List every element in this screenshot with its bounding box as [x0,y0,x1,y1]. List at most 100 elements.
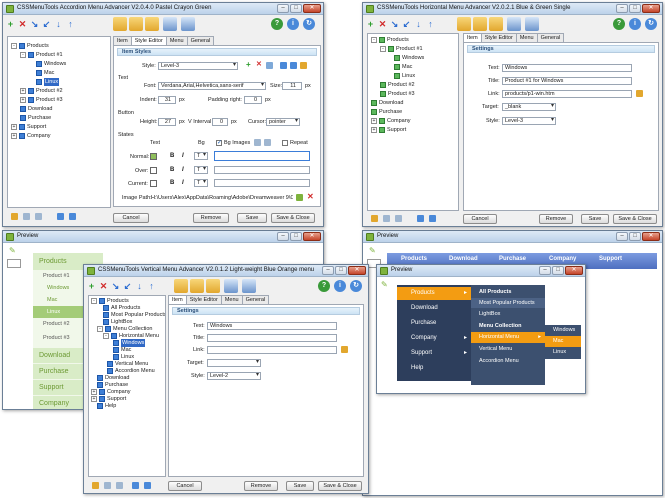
over-bold-icon[interactable]: B [170,167,174,173]
preview-select[interactable] [7,259,21,268]
tree-node[interactable]: + Company [11,132,51,140]
save-button[interactable]: Save [581,214,609,224]
tree-node[interactable]: Help [97,402,116,410]
outdent-icon[interactable]: ↙ [41,19,52,30]
vmenu-sub-accordion-menu[interactable]: Accordion Menu [471,356,545,367]
indent-input[interactable]: 31 [158,96,176,104]
hmenu-item-support[interactable]: Support [599,256,622,262]
preview-titlebar[interactable]: Preview – □ ✕ [377,265,585,277]
tree-node[interactable]: Download [371,99,403,107]
accordion-titlebar[interactable]: CSSMenuTools Accordion Menu Advancer V2.… [3,3,323,15]
maximize-button[interactable]: □ [629,232,641,241]
clear-path-icon[interactable]: ✕ [307,193,314,201]
tree-node[interactable]: + Product #3 [20,96,63,104]
cursor-select[interactable]: pointer [266,118,300,126]
vmenu-item-help[interactable]: Help [397,362,471,375]
link-input[interactable] [207,346,337,354]
paste-item-icon[interactable] [57,213,64,220]
export-icon[interactable] [489,17,503,31]
over-decoration-select[interactable]: T [194,166,208,174]
v-interval-input[interactable]: 0 [212,118,228,126]
export-style-icon[interactable] [300,62,307,69]
info-icon[interactable]: i [334,280,346,292]
settings-icon[interactable] [525,17,539,31]
close-button[interactable]: ✕ [565,266,583,275]
tree-node[interactable]: + Support [371,126,406,134]
collapse-all-icon[interactable] [11,213,18,220]
add-style-icon[interactable]: + [246,61,253,69]
close-button[interactable]: ✕ [642,4,660,13]
minimize-button[interactable]: – [616,4,628,13]
vmenu-sub-menu-collection[interactable]: Menu Collection [471,321,545,331]
section-header-item-styles[interactable]: Item Styles [117,48,317,56]
open-menu-icon[interactable] [190,279,204,293]
duplicate-item-icon[interactable] [144,482,151,489]
remove-button[interactable]: Remove [244,481,278,491]
save-style-icon[interactable] [280,62,287,69]
close-button[interactable]: ✕ [348,266,366,275]
tree-node[interactable]: - Product #1 [20,51,63,59]
expand-all-icon[interactable] [104,482,111,489]
tree-node[interactable]: Mac [394,63,412,71]
normal-text-color-swatch[interactable] [150,153,157,160]
add-icon[interactable]: + [365,19,376,30]
help-icon[interactable]: ? [271,18,283,30]
tree-node-selected[interactable]: Linux [36,78,60,86]
vmenu-sub-all-products[interactable]: All Products [471,287,545,297]
new-menu-icon[interactable] [457,17,471,31]
minimize-button[interactable]: – [277,232,289,241]
over-italic-icon[interactable]: I [182,167,184,173]
minimize-button[interactable]: – [277,4,289,13]
tab-general[interactable]: General [186,36,215,45]
current-decoration-select[interactable]: T [194,179,208,187]
maximize-button[interactable]: □ [552,266,564,275]
import-style-icon[interactable] [290,62,297,69]
help-icon[interactable]: ? [318,280,330,292]
move-up-icon[interactable]: ↑ [425,19,436,30]
horizontal-tree[interactable]: - Products - Product #1 Windows Mac Linux … [367,33,459,211]
vertical-tree[interactable]: - Products All Products Most Popular Prod… [88,295,166,477]
delete-icon[interactable]: ✕ [17,19,28,30]
maximize-button[interactable]: □ [335,266,347,275]
delete-style-icon[interactable]: ✕ [256,61,263,69]
export-icon[interactable] [206,279,220,293]
outdent-icon[interactable]: ↙ [122,281,133,292]
tree-node[interactable]: Product #2 [380,81,415,89]
vmenu-item-company[interactable]: Company ▸ [397,332,471,345]
tree-node[interactable]: - Products [371,36,409,44]
minimize-button[interactable]: – [322,266,334,275]
export-icon[interactable] [145,17,159,31]
update-icon[interactable]: ↻ [350,280,362,292]
over-text-color-swatch[interactable] [150,167,157,174]
normal-bg-image-field[interactable] [214,151,310,161]
bg-images-checkbox[interactable] [216,139,222,146]
padding-right-input[interactable]: 0 [244,96,262,104]
tab-style-editor[interactable]: Style Editor [480,33,517,42]
normal-bold-icon[interactable]: B [170,153,174,159]
add-icon[interactable]: + [5,19,16,30]
current-text-color-swatch[interactable] [150,180,157,187]
copy-item-icon[interactable] [395,215,402,222]
target-select[interactable]: _blank [502,103,556,111]
open-menu-icon[interactable] [473,17,487,31]
preview-icon[interactable] [507,17,521,31]
text-input[interactable]: Windows [207,322,337,330]
current-bold-icon[interactable]: B [170,180,174,186]
style-select[interactable]: Level-2 [207,372,261,380]
target-select[interactable] [207,359,261,367]
hmenu-item-download[interactable]: Download [449,256,478,262]
repeat-checkbox[interactable] [282,140,288,146]
new-menu-icon[interactable] [113,17,127,31]
move-down-icon[interactable]: ↓ [53,19,64,30]
tree-node[interactable]: Windows [394,54,424,62]
indent-icon[interactable]: ↘ [110,281,121,292]
close-button[interactable]: ✕ [642,232,660,241]
preview-refresh-icon[interactable]: ✎ [9,247,19,255]
save-and-close-button[interactable]: Save & Close [318,481,362,491]
folder-icon[interactable] [636,90,643,97]
save-and-close-button[interactable]: Save & Close [271,213,315,223]
vmenu-sub2-linux[interactable]: Linux [545,347,581,358]
add-icon[interactable]: + [86,281,97,292]
copy-item-icon[interactable] [35,213,42,220]
title-input[interactable] [207,334,337,342]
